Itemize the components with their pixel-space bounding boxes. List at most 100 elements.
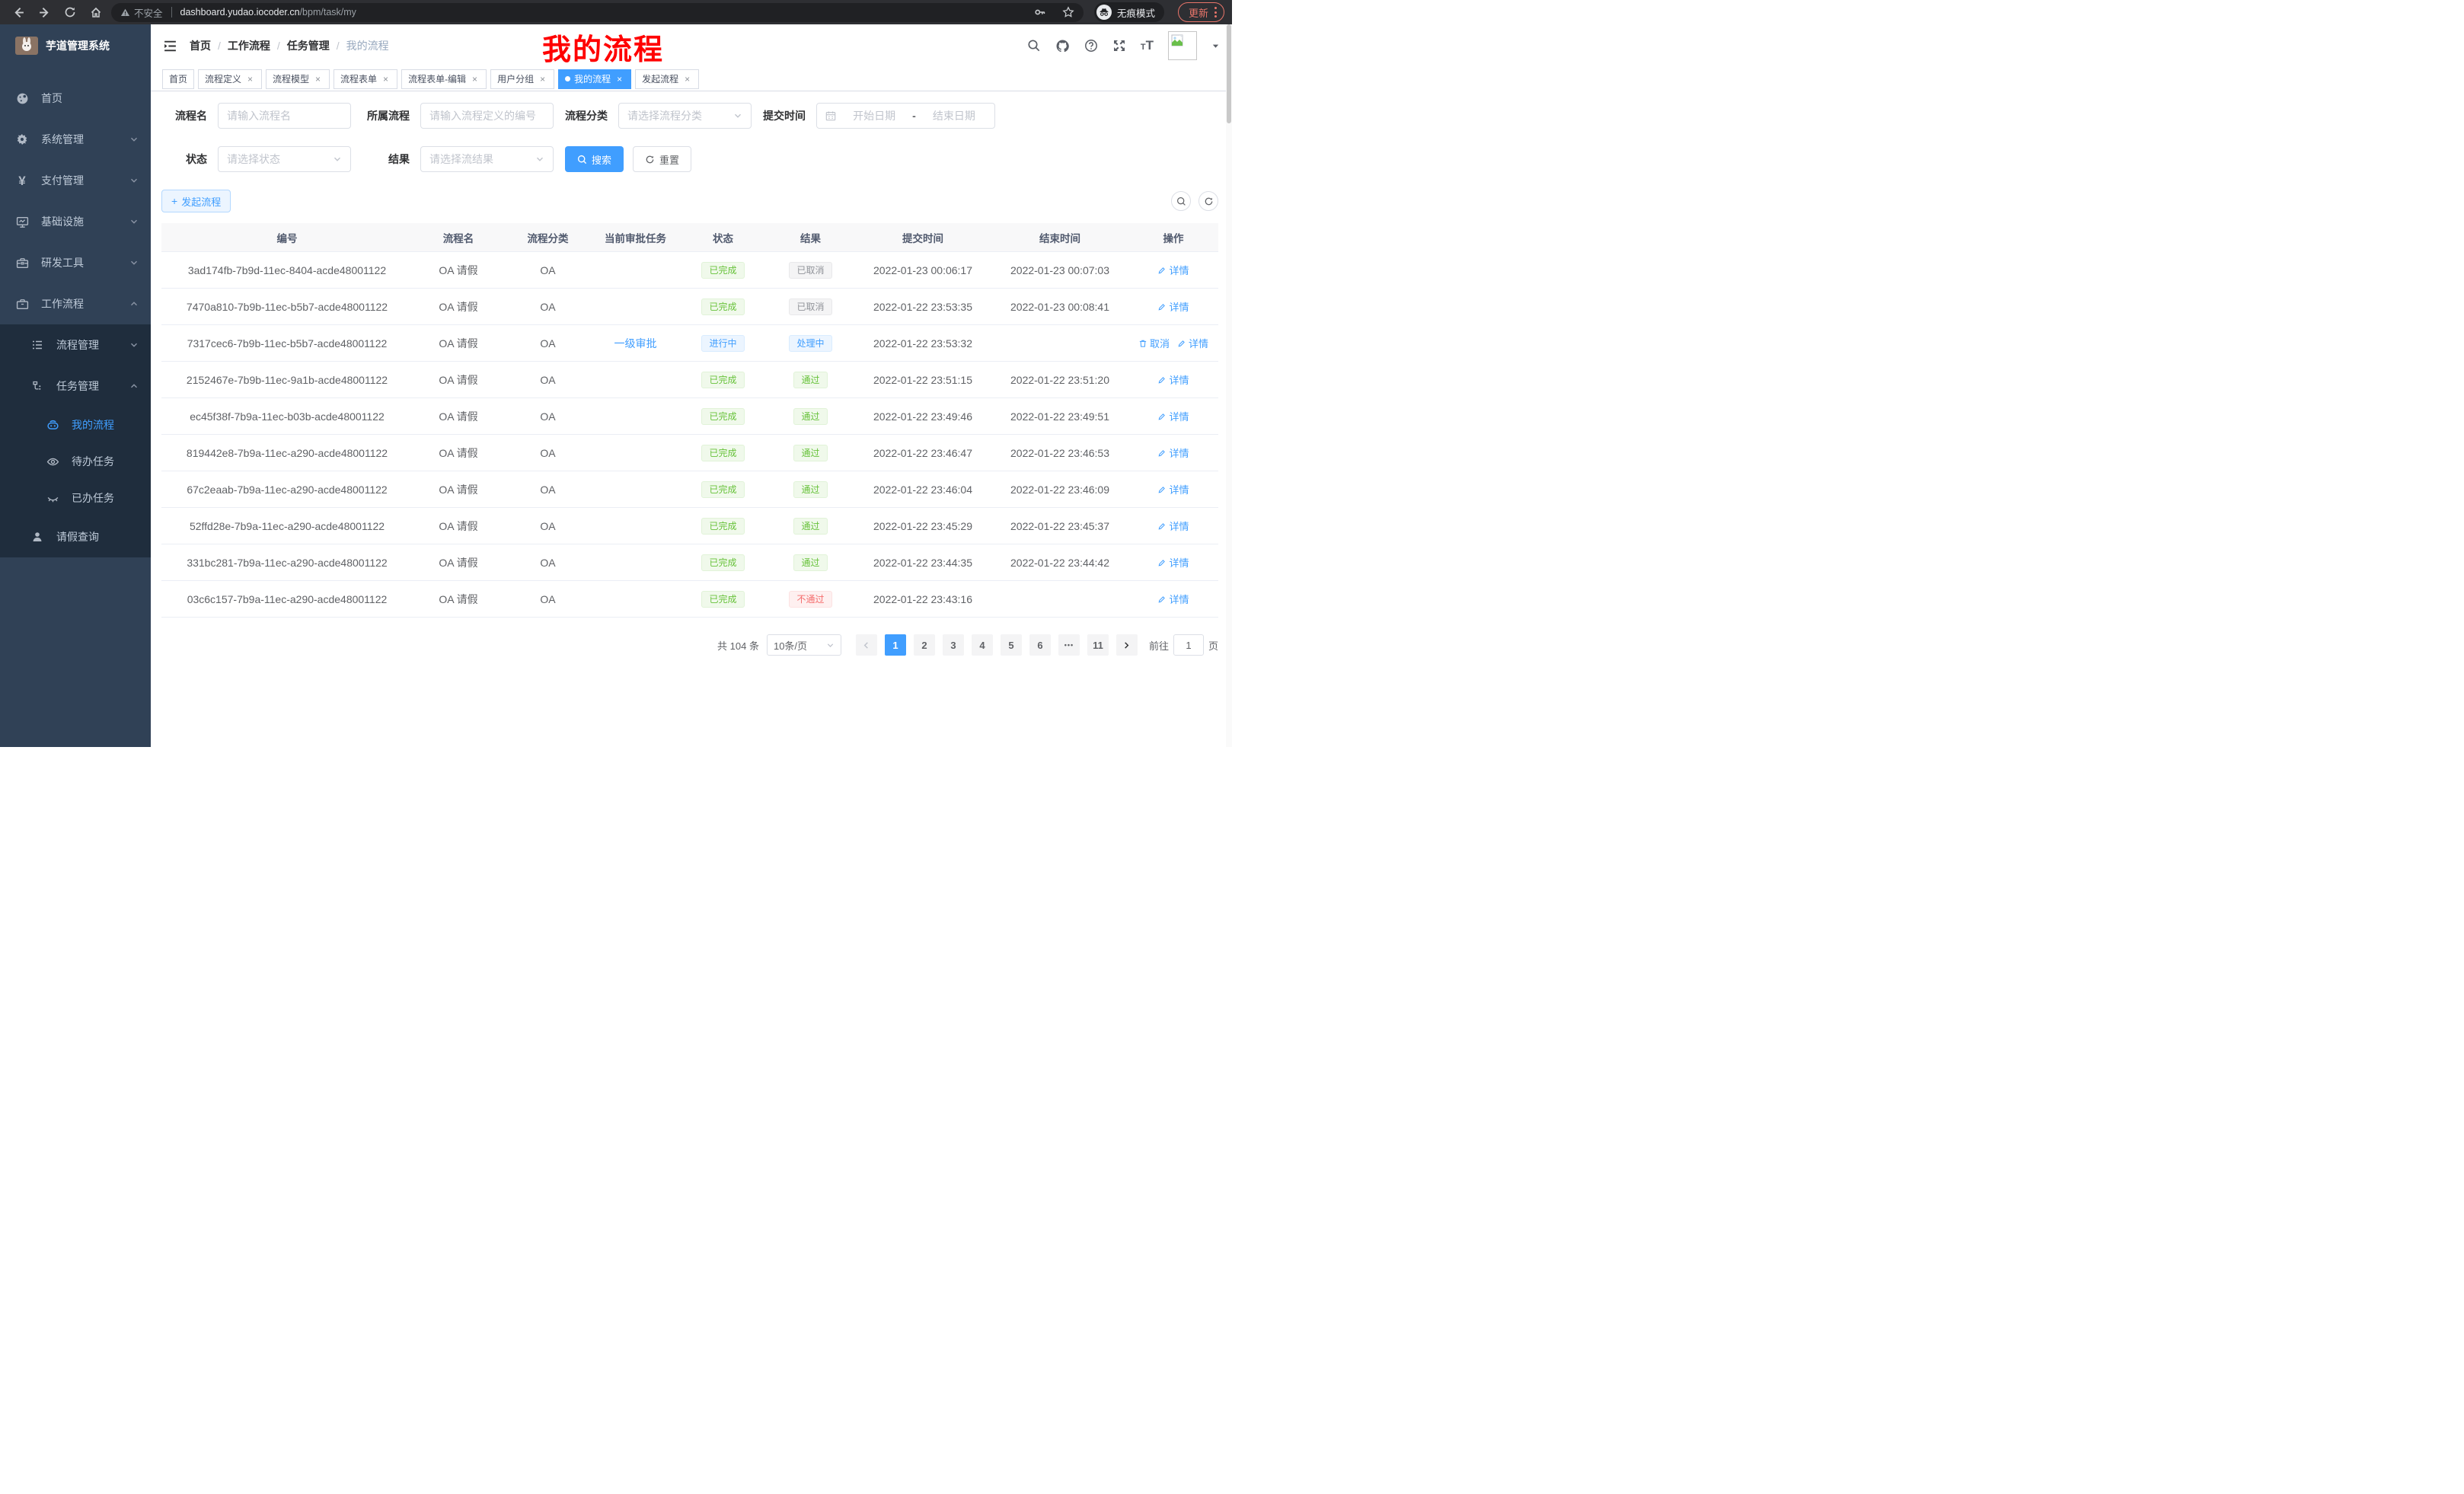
category-select[interactable]: 请选择流程分类 — [618, 103, 752, 129]
status-badge: 已完成 — [701, 591, 744, 608]
close-icon[interactable]: × — [381, 74, 391, 84]
prev-page-button[interactable] — [856, 634, 877, 656]
sidebar-item-task-mgmt[interactable]: 任务管理 — [0, 366, 151, 407]
sidebar-item-payment[interactable]: ¥ 支付管理 — [0, 160, 151, 201]
app-logo[interactable]: 芋道管理系统 — [0, 24, 151, 67]
reload-icon[interactable] — [59, 2, 81, 22]
detail-link[interactable]: 详情 — [1157, 592, 1189, 606]
page-button-6[interactable]: 6 — [1029, 634, 1051, 656]
back-icon[interactable] — [8, 2, 29, 22]
process-definition-input[interactable]: 请输入流程定义的编号 — [420, 103, 554, 129]
tab-start-process[interactable]: 发起流程× — [635, 69, 699, 89]
sidebar-item-label: 任务管理 — [56, 378, 99, 394]
process-name-input[interactable]: 请输入流程名 — [218, 103, 351, 129]
close-icon[interactable]: × — [614, 74, 624, 84]
page-button-11[interactable]: 11 — [1087, 634, 1109, 656]
header-actions: TT — [1027, 31, 1220, 60]
table-row: 819442e8-7b9a-11ec-a290-acde48001122 OA … — [161, 435, 1218, 471]
tab-process-definition[interactable]: 流程定义× — [198, 69, 262, 89]
process-table: 编号 流程名 流程分类 当前审批任务 状态 结果 提交时间 结束时间 操作 3a… — [161, 223, 1218, 618]
page-button-1[interactable]: 1 — [885, 634, 906, 656]
page-button-3[interactable]: 3 — [943, 634, 964, 656]
detail-link[interactable]: 详情 — [1157, 372, 1189, 387]
password-key-icon[interactable] — [1034, 6, 1046, 18]
start-process-button[interactable]: + 发起流程 — [161, 190, 231, 212]
tab-user-group[interactable]: 用户分组× — [490, 69, 554, 89]
sidebar-item-devtools[interactable]: 研发工具 — [0, 242, 151, 283]
close-icon[interactable]: × — [245, 74, 255, 84]
update-button[interactable]: 更新 — [1178, 2, 1224, 22]
fullscreen-icon[interactable] — [1112, 39, 1126, 53]
detail-link[interactable]: 详情 — [1157, 555, 1189, 570]
tab-home[interactable]: 首页 — [162, 69, 194, 89]
goto-page-input[interactable]: 1 — [1173, 634, 1204, 656]
sidebar-item-workflow[interactable]: 工作流程 — [0, 283, 151, 324]
sidebar-item-home[interactable]: 首页 — [0, 78, 151, 119]
tab-process-model[interactable]: 流程模型× — [266, 69, 330, 89]
avatar[interactable] — [1168, 31, 1197, 60]
sidebar-item-done-tasks[interactable]: 已办任务 — [0, 480, 151, 516]
col-status: 状态 — [679, 230, 767, 245]
sidebar-item-my-process[interactable]: 我的流程 — [0, 407, 151, 443]
start-date-placeholder: 开始日期 — [842, 108, 906, 123]
submit-time-range-picker[interactable]: 开始日期 - 结束日期 — [816, 103, 995, 129]
page-button-5[interactable]: 5 — [1001, 634, 1022, 656]
close-icon[interactable]: × — [470, 74, 480, 84]
tab-process-form-edit[interactable]: 流程表单-编辑× — [401, 69, 487, 89]
search-button[interactable]: 搜索 — [565, 146, 624, 172]
cancel-link[interactable]: 取消 — [1138, 336, 1170, 350]
sidebar-item-label: 请假查询 — [56, 529, 99, 544]
font-size-icon[interactable]: TT — [1141, 38, 1154, 53]
forward-icon[interactable] — [34, 2, 55, 22]
result-select[interactable]: 请选择流结果 — [420, 146, 554, 172]
detail-link[interactable]: 详情 — [1157, 299, 1189, 314]
status-select[interactable]: 请选择状态 — [218, 146, 351, 172]
browser-toolbar: 不安全 dashboard.yudao.iocoder.cn/bpm/task/… — [0, 0, 1232, 24]
github-icon[interactable] — [1055, 39, 1070, 53]
detail-link[interactable]: 详情 — [1157, 519, 1189, 533]
sidebar-item-system[interactable]: 系统管理 — [0, 119, 151, 160]
detail-link[interactable]: 详情 — [1157, 409, 1189, 423]
reset-button[interactable]: 重置 — [633, 146, 691, 172]
caret-down-icon[interactable] — [1211, 42, 1220, 50]
sidebar-collapse-icon[interactable] — [163, 39, 177, 53]
total-count: 共 104 条 — [717, 638, 759, 653]
more-pages-button[interactable]: ••• — [1058, 634, 1080, 656]
browser-menu-icon[interactable] — [1214, 7, 1217, 18]
refresh-icon — [645, 155, 655, 164]
tab-my-process[interactable]: 我的流程× — [558, 69, 631, 89]
close-icon[interactable]: × — [682, 74, 692, 84]
sidebar-item-process-mgmt[interactable]: 流程管理 — [0, 324, 151, 366]
sidebar-menu: 首页 系统管理 ¥ 支付管理 基础设施 研发工具 — [0, 67, 151, 557]
page-button-2[interactable]: 2 — [914, 634, 935, 656]
bookmark-star-icon[interactable] — [1062, 6, 1074, 18]
page-button-4[interactable]: 4 — [972, 634, 993, 656]
detail-link[interactable]: 详情 — [1177, 336, 1208, 350]
detail-link[interactable]: 详情 — [1157, 482, 1189, 496]
help-icon[interactable] — [1084, 39, 1098, 53]
security-warning[interactable]: 不安全 — [120, 5, 163, 20]
sidebar-item-infra[interactable]: 基础设施 — [0, 201, 151, 242]
refresh-table-button[interactable] — [1198, 191, 1218, 211]
home-icon[interactable] — [85, 2, 107, 22]
sidebar-item-todo-tasks[interactable]: 待办任务 — [0, 443, 151, 480]
close-icon[interactable]: × — [538, 74, 547, 84]
next-page-button[interactable] — [1116, 634, 1138, 656]
breadcrumb-workflow[interactable]: 工作流程 — [228, 38, 270, 53]
page-scrollbar[interactable] — [1226, 24, 1232, 747]
tab-process-form[interactable]: 流程表单× — [334, 69, 397, 89]
breadcrumb-home[interactable]: 首页 — [190, 38, 211, 53]
url-bar[interactable]: 不安全 dashboard.yudao.iocoder.cn/bpm/task/… — [111, 3, 1084, 22]
edit-icon — [1157, 558, 1167, 567]
goto-label: 前往 — [1149, 638, 1169, 653]
show-search-toggle-button[interactable] — [1171, 191, 1191, 211]
close-icon[interactable]: × — [313, 74, 323, 84]
scrollbar-thumb[interactable] — [1227, 24, 1231, 123]
sidebar-item-leave-query[interactable]: 请假查询 — [0, 516, 151, 557]
breadcrumb-task-mgmt[interactable]: 任务管理 — [287, 38, 330, 53]
page-size-select[interactable]: 10条/页 — [767, 634, 841, 656]
detail-link[interactable]: 详情 — [1157, 263, 1189, 277]
detail-link[interactable]: 详情 — [1157, 445, 1189, 460]
search-icon[interactable] — [1027, 39, 1041, 53]
sidebar-item-label: 工作流程 — [41, 296, 84, 311]
